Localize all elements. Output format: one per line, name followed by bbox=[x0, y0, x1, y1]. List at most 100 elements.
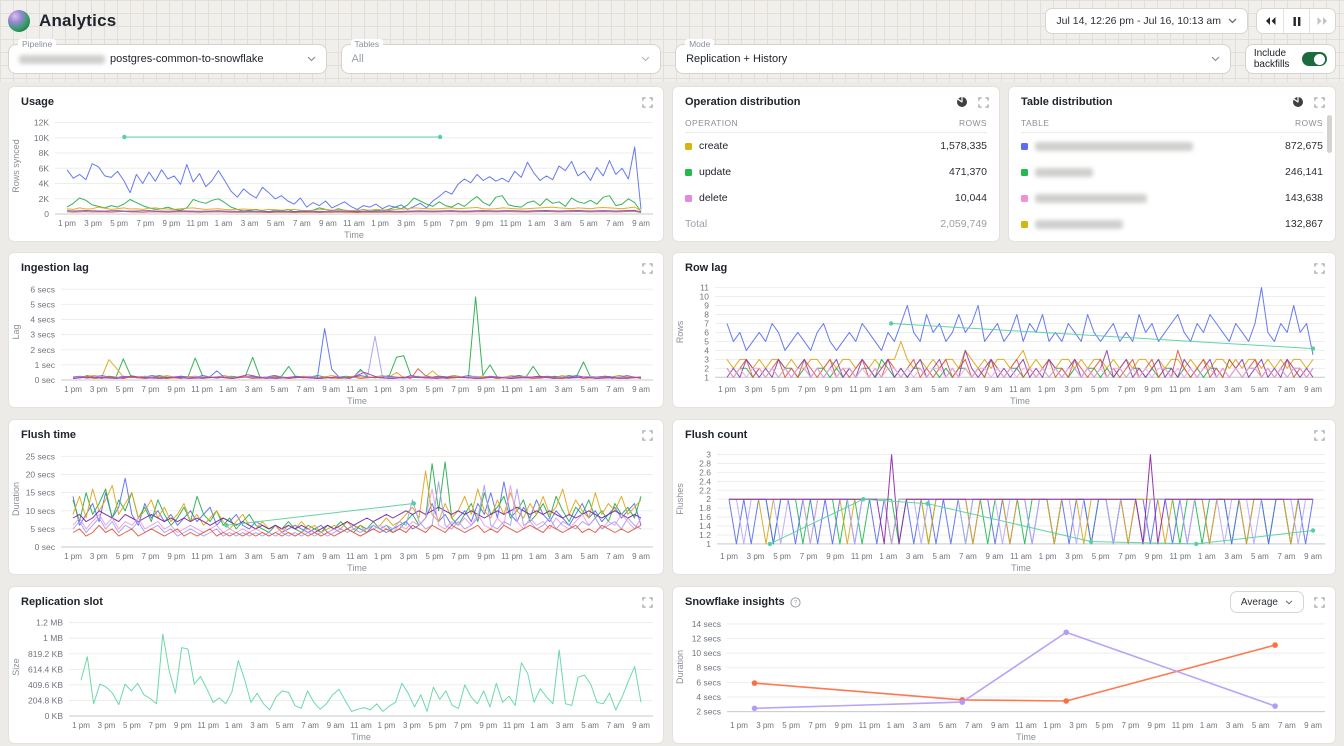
redacted-table-name bbox=[1035, 168, 1093, 177]
svg-text:10: 10 bbox=[700, 292, 710, 302]
expand-icon bbox=[642, 430, 653, 441]
expand-button[interactable] bbox=[1314, 597, 1325, 608]
svg-text:1 sec: 1 sec bbox=[35, 360, 56, 370]
svg-text:7 pm: 7 pm bbox=[808, 721, 826, 730]
svg-text:?: ? bbox=[793, 599, 797, 606]
svg-text:Time: Time bbox=[351, 732, 371, 742]
svg-text:10K: 10K bbox=[34, 133, 49, 143]
svg-text:614.4 KB: 614.4 KB bbox=[28, 664, 63, 674]
series-swatch bbox=[1021, 143, 1028, 150]
row_lag-chart: 12345678910111 pm3 pm5 pm7 pm9 pm11 pm1 … bbox=[673, 277, 1335, 407]
svg-text:5: 5 bbox=[704, 336, 709, 346]
expand-button[interactable] bbox=[642, 263, 653, 274]
panel-flush-count: Flush count 11.21.41.61.822.22.42.62.831… bbox=[672, 419, 1336, 575]
svg-text:5 am: 5 am bbox=[932, 552, 950, 561]
svg-text:5 pm: 5 pm bbox=[1095, 721, 1113, 730]
svg-text:7 am: 7 am bbox=[296, 552, 314, 561]
svg-text:9 pm: 9 pm bbox=[174, 721, 192, 730]
page-title: Analytics bbox=[39, 11, 116, 31]
svg-text:9 am: 9 am bbox=[327, 721, 345, 730]
expand-icon bbox=[642, 597, 653, 608]
expand-button[interactable] bbox=[642, 597, 653, 608]
svg-text:11 am: 11 am bbox=[1009, 385, 1031, 394]
svg-text:20 secs: 20 secs bbox=[26, 470, 55, 480]
expand-button[interactable] bbox=[1314, 263, 1325, 274]
snowflake-insights-title: Snowflake insights bbox=[685, 596, 785, 608]
chevron-down-icon bbox=[1285, 600, 1293, 605]
svg-text:5 am: 5 am bbox=[267, 219, 285, 228]
svg-text:2K: 2K bbox=[39, 194, 50, 204]
svg-text:6: 6 bbox=[704, 327, 709, 337]
svg-text:1 MB: 1 MB bbox=[43, 633, 63, 643]
svg-text:3 pm: 3 pm bbox=[397, 219, 415, 228]
mode-select[interactable]: Mode Replication + History bbox=[675, 44, 1231, 74]
svg-text:7 pm: 7 pm bbox=[142, 552, 160, 561]
svg-text:0 KB: 0 KB bbox=[45, 711, 64, 721]
svg-text:7 pm: 7 pm bbox=[148, 721, 166, 730]
expand-button[interactable] bbox=[978, 97, 989, 108]
include-backfills-toggle[interactable] bbox=[1302, 52, 1327, 66]
usage-chart: 02K4K6K8K10K12K1 pm3 pm5 pm7 pm9 pm11 pm… bbox=[9, 111, 663, 241]
svg-text:2.2: 2.2 bbox=[699, 485, 711, 495]
svg-text:3 am: 3 am bbox=[1226, 721, 1244, 730]
svg-text:5 pm: 5 pm bbox=[116, 552, 134, 561]
svg-text:9 am: 9 am bbox=[322, 552, 340, 561]
svg-text:1 am: 1 am bbox=[529, 385, 547, 394]
header: Analytics Jul 14, 12:26 pm - Jul 16, 10:… bbox=[8, 0, 1336, 42]
pipeline-select[interactable]: Pipeline postgres-common-to-snowflake bbox=[8, 44, 327, 74]
help-icon[interactable]: ? bbox=[790, 597, 801, 608]
svg-text:3 pm: 3 pm bbox=[98, 721, 116, 730]
series-swatch bbox=[685, 195, 692, 202]
pause-button[interactable] bbox=[1283, 9, 1309, 33]
svg-text:Lag: Lag bbox=[11, 324, 21, 339]
svg-text:9 pm: 9 pm bbox=[477, 552, 495, 561]
svg-text:3 am: 3 am bbox=[554, 219, 572, 228]
flush_time-chart: 0 sec5 secs10 secs15 secs20 secs25 secs1… bbox=[9, 444, 663, 574]
svg-text:11 am: 11 am bbox=[1015, 721, 1037, 730]
svg-text:11 pm: 11 pm bbox=[849, 385, 871, 394]
tables-value: All bbox=[352, 53, 364, 65]
flush-time-title: Flush time bbox=[21, 429, 76, 441]
tables-select[interactable]: Tables All bbox=[341, 44, 662, 74]
svg-text:3 pm: 3 pm bbox=[90, 385, 108, 394]
svg-text:11 am: 11 am bbox=[346, 385, 368, 394]
svg-text:7 am: 7 am bbox=[296, 385, 314, 394]
column-header: ROWS bbox=[959, 118, 987, 128]
pie-view-button[interactable] bbox=[956, 96, 968, 108]
operation-label: update bbox=[699, 166, 731, 178]
svg-text:1 am: 1 am bbox=[225, 721, 243, 730]
aggregation-select[interactable]: Average bbox=[1230, 591, 1304, 613]
pipeline-label: Pipeline bbox=[18, 39, 56, 49]
svg-text:3 secs: 3 secs bbox=[30, 330, 55, 340]
pie-view-button[interactable] bbox=[1292, 96, 1304, 108]
expand-button[interactable] bbox=[642, 430, 653, 441]
expand-button[interactable] bbox=[1314, 97, 1325, 108]
svg-text:1 am: 1 am bbox=[215, 219, 233, 228]
svg-text:11 pm: 11 pm bbox=[501, 385, 523, 394]
row-count: 132,867 bbox=[1285, 218, 1323, 230]
flush-time-chart-area: 0 sec5 secs10 secs15 secs20 secs25 secs1… bbox=[9, 444, 663, 575]
table-row: 246,141 bbox=[1021, 159, 1323, 185]
svg-text:9 pm: 9 pm bbox=[1145, 552, 1163, 561]
date-range-picker[interactable]: Jul 14, 12:26 pm - Jul 16, 10:13 am bbox=[1045, 8, 1248, 34]
dashboard-grid: Usage 02K4K6K8K10K12K1 pm3 pm5 pm7 pm9 p… bbox=[0, 82, 1344, 746]
svg-text:5 pm: 5 pm bbox=[426, 552, 444, 561]
panel-operation-distribution: Operation distribution OPERATION ROWS cr… bbox=[672, 86, 1000, 242]
svg-text:Time: Time bbox=[1016, 732, 1036, 742]
svg-text:11: 11 bbox=[700, 283, 709, 293]
svg-text:7 am: 7 am bbox=[959, 552, 977, 561]
scrollbar[interactable] bbox=[1327, 115, 1332, 153]
svg-text:5 am: 5 am bbox=[1251, 385, 1269, 394]
rewind-button[interactable] bbox=[1257, 9, 1283, 33]
forward-button[interactable] bbox=[1309, 9, 1335, 33]
svg-text:8: 8 bbox=[704, 310, 709, 320]
svg-text:9 pm: 9 pm bbox=[167, 552, 185, 561]
svg-text:7 am: 7 am bbox=[1278, 552, 1296, 561]
svg-text:1 pm: 1 pm bbox=[374, 552, 392, 561]
table-row: 872,675 bbox=[1021, 133, 1323, 159]
svg-text:409.6 KB: 409.6 KB bbox=[28, 680, 63, 690]
expand-button[interactable] bbox=[1314, 430, 1325, 441]
aggregation-value: Average bbox=[1241, 597, 1278, 608]
svg-text:5 pm: 5 pm bbox=[123, 721, 141, 730]
expand-button[interactable] bbox=[642, 97, 653, 108]
